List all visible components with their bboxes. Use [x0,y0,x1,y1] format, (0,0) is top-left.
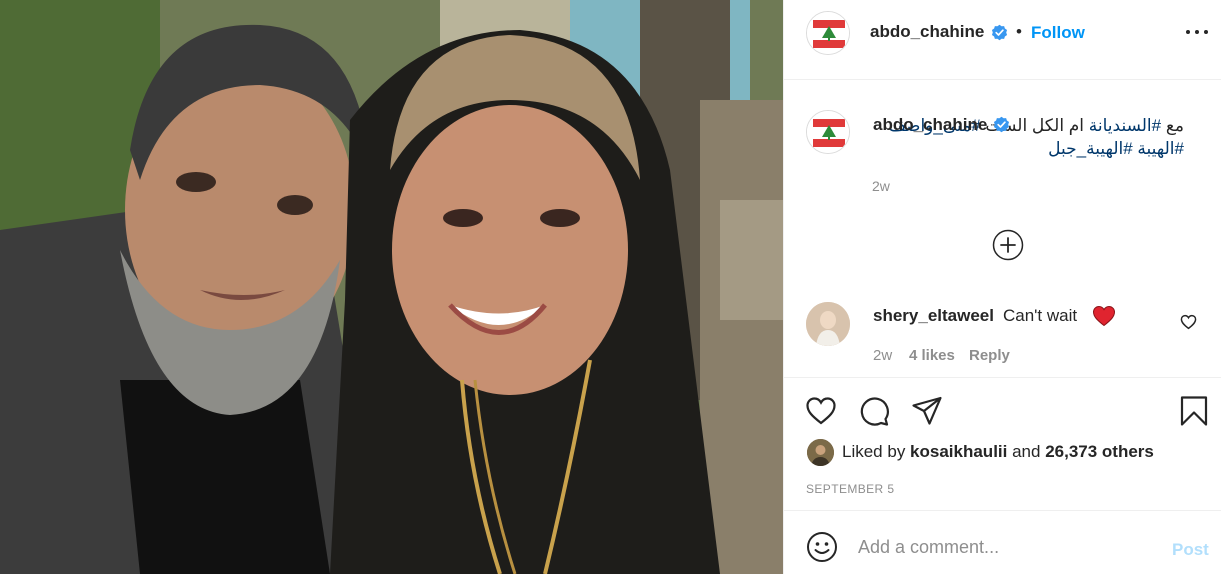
comment-like-heart-icon[interactable] [1180,314,1197,330]
post-side-panel: abdo_chahine • Follow مع #السنديانة ام ا… [783,0,1221,574]
caption-author-username[interactable]: abdo_chahine [873,115,987,135]
comment-item: shery_eltaweel Can't wait 2w 4 likes Rep… [784,296,1221,376]
verified-badge-icon [993,116,1010,133]
author-username[interactable]: abdo_chahine [870,22,984,42]
action-bar: Liked by kosaikhaulii and 26,373 others … [784,377,1221,510]
others-count[interactable]: 26,373 others [1045,442,1154,461]
post-photo[interactable] [0,0,783,574]
comment-icon[interactable] [858,395,890,427]
commenter-photo [806,302,850,346]
comment-likes-count[interactable]: 4 likes [909,347,955,364]
post-header: abdo_chahine • Follow [784,0,1221,80]
photo-illustration [0,0,783,574]
liker-username[interactable]: kosaikhaulii [910,442,1007,461]
red-heart-emoji-icon [1092,305,1116,327]
comment-username[interactable]: shery_eltaweel [873,306,994,326]
author-avatar[interactable] [806,11,850,55]
hashtag-link[interactable]: #الهيبة [1137,139,1184,158]
cedar-flag-icon [807,12,849,54]
share-icon[interactable] [911,395,943,427]
hashtag-link[interactable]: #السنديانة [1089,116,1161,135]
comment-timestamp[interactable]: 2w [873,347,892,364]
liker-avatar[interactable] [807,439,834,466]
reply-button[interactable]: Reply [969,347,1010,364]
caption: مع #السنديانة ام الكل الست #منى_واصف #ال… [784,96,1221,206]
emoji-icon[interactable] [806,531,838,563]
commenter-avatar[interactable] [806,302,850,346]
load-more-icon[interactable] [992,229,1024,261]
comment-input[interactable] [858,533,1158,561]
verified-badge-icon [991,24,1008,41]
post-date[interactable]: SEPTEMBER 5 [806,482,894,496]
liker-photo [807,439,834,466]
likes-summary[interactable]: Liked by kosaikhaulii and 26,373 others [842,442,1154,462]
bookmark-icon[interactable] [1178,395,1210,427]
post-comment-button[interactable]: Post [1172,540,1209,560]
caption-timestamp[interactable]: 2w [872,178,890,194]
cedar-flag-icon [807,111,849,153]
comment-composer: Post [784,510,1221,574]
comment-text: Can't wait [1003,306,1078,325]
more-options-icon[interactable] [1184,22,1210,42]
separator-dot: • [1016,22,1022,41]
hashtag-link[interactable]: #الهيبة_جبل [1048,139,1133,158]
follow-button[interactable]: Follow [1031,23,1085,43]
heart-icon[interactable] [805,395,837,427]
caption-author-avatar[interactable] [806,110,850,154]
